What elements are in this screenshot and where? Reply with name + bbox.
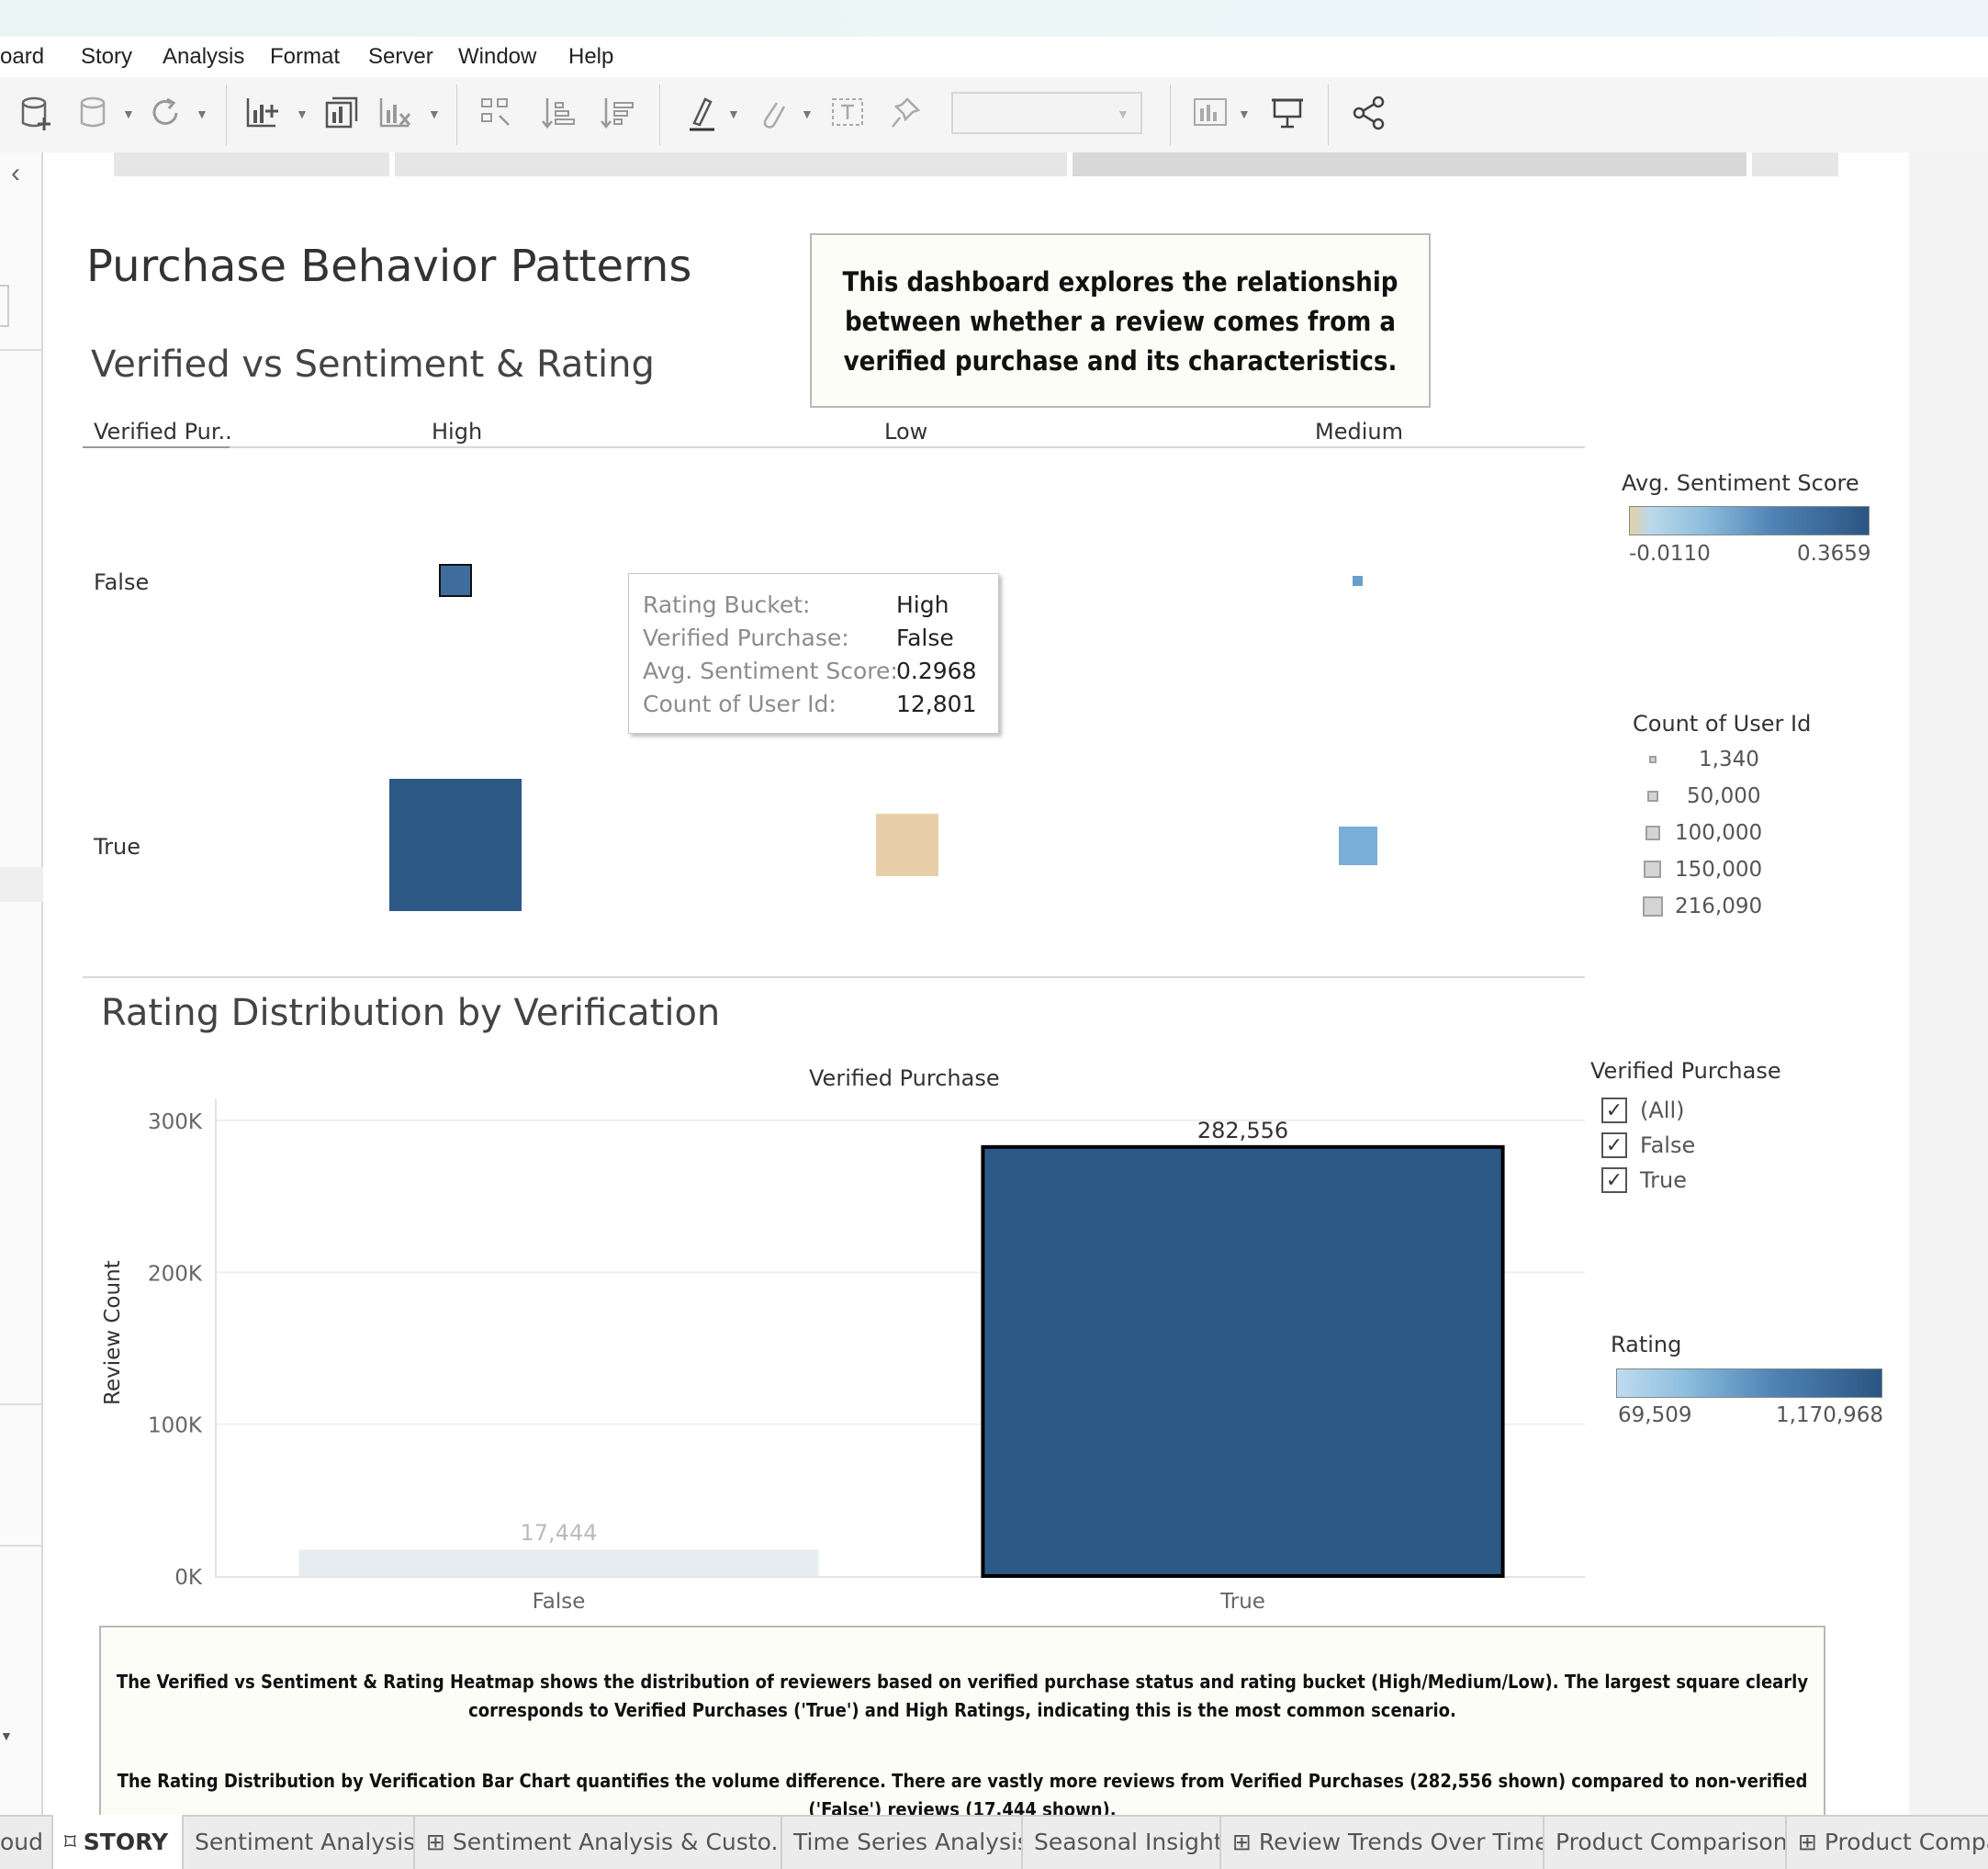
sheet-tab[interactable]: ⊞ Review Trends Over Time [1221,1815,1544,1869]
filter-label-false[interactable]: False [1640,1132,1695,1158]
y-tick-label: 200K [148,1262,203,1286]
dashboard-grid-icon: ⊞ [1232,1829,1259,1855]
sheet-tab-label: oud [0,1829,44,1855]
sheet-tab-label: Product Compa [1824,1829,1988,1855]
filter-title: Verified Purchase [1590,1058,1781,1084]
sheet-tab-label: Seasonal Insight [1034,1829,1221,1855]
sheet-tab-story[interactable]: ⌑ STORY [53,1815,184,1869]
y-tick-label: 100K [148,1414,203,1438]
filter-label-true[interactable]: True [1640,1167,1687,1193]
rating-color-ramp [1616,1368,1882,1398]
sheet-tab-label: Time Series Analysis [793,1829,1023,1855]
rating-legend-min: 69,509 [1618,1403,1692,1427]
bar-data-label: 17,444 [521,1520,598,1546]
sheet-tab[interactable]: ⊞ Product Compa [1787,1815,1988,1869]
sheet-tab[interactable]: Product Comparison [1544,1815,1787,1869]
rating-legend-max: 1,170,968 [1776,1403,1884,1427]
filter-label-all[interactable]: (All) [1640,1098,1684,1123]
dashboard-grid-icon: ⊞ [426,1829,453,1855]
x-tick-label: False [533,1590,586,1614]
sheet-tab[interactable]: Sentiment Analysis [184,1815,415,1869]
filter-checkbox-false[interactable]: ✓ [1601,1132,1627,1158]
dashboard-grid-icon: ⊞ [1798,1829,1825,1855]
sheet-tab-label: Product Comparison [1556,1829,1787,1855]
x-tick-label: True [1219,1590,1265,1614]
summary-note: The Verified vs Sentiment & Rating Heatm… [99,1626,1825,1820]
filter-checkbox-true[interactable]: ✓ [1601,1167,1627,1193]
sheet-tab-label: STORY [83,1829,169,1855]
bar-data-label: 282,556 [1197,1118,1288,1143]
rating-legend-title: Rating [1611,1332,1682,1357]
y-tick-label: 0K [174,1566,203,1590]
sheet-tab-label: Sentiment Analysis [195,1829,415,1855]
sheet-tab[interactable]: Time Series Analysis [782,1815,1023,1869]
story-icon: ⌑ [64,1829,84,1855]
sheet-tab[interactable]: oud [0,1815,53,1869]
sheet-tab-label: Sentiment Analysis & Custo... [452,1829,782,1855]
y-tick-label: 300K [148,1110,203,1134]
sheet-tab[interactable]: Seasonal Insight [1023,1815,1221,1869]
summary-note-heatmap: The Verified vs Sentiment & Rating Heatm… [116,1671,1809,1721]
bar-true [981,1144,1505,1578]
bar-chart-plot: 0K 100K 200K 300K 17,444 False 282,556 True [148,1110,1585,1614]
bar-false [298,1549,819,1576]
sheet-tab-label: Review Trends Over Time [1258,1829,1544,1855]
filter-checkbox-all[interactable]: ✓ [1601,1098,1627,1123]
sheet-tab[interactable]: ⊞ Sentiment Analysis & Custo... [415,1815,782,1869]
